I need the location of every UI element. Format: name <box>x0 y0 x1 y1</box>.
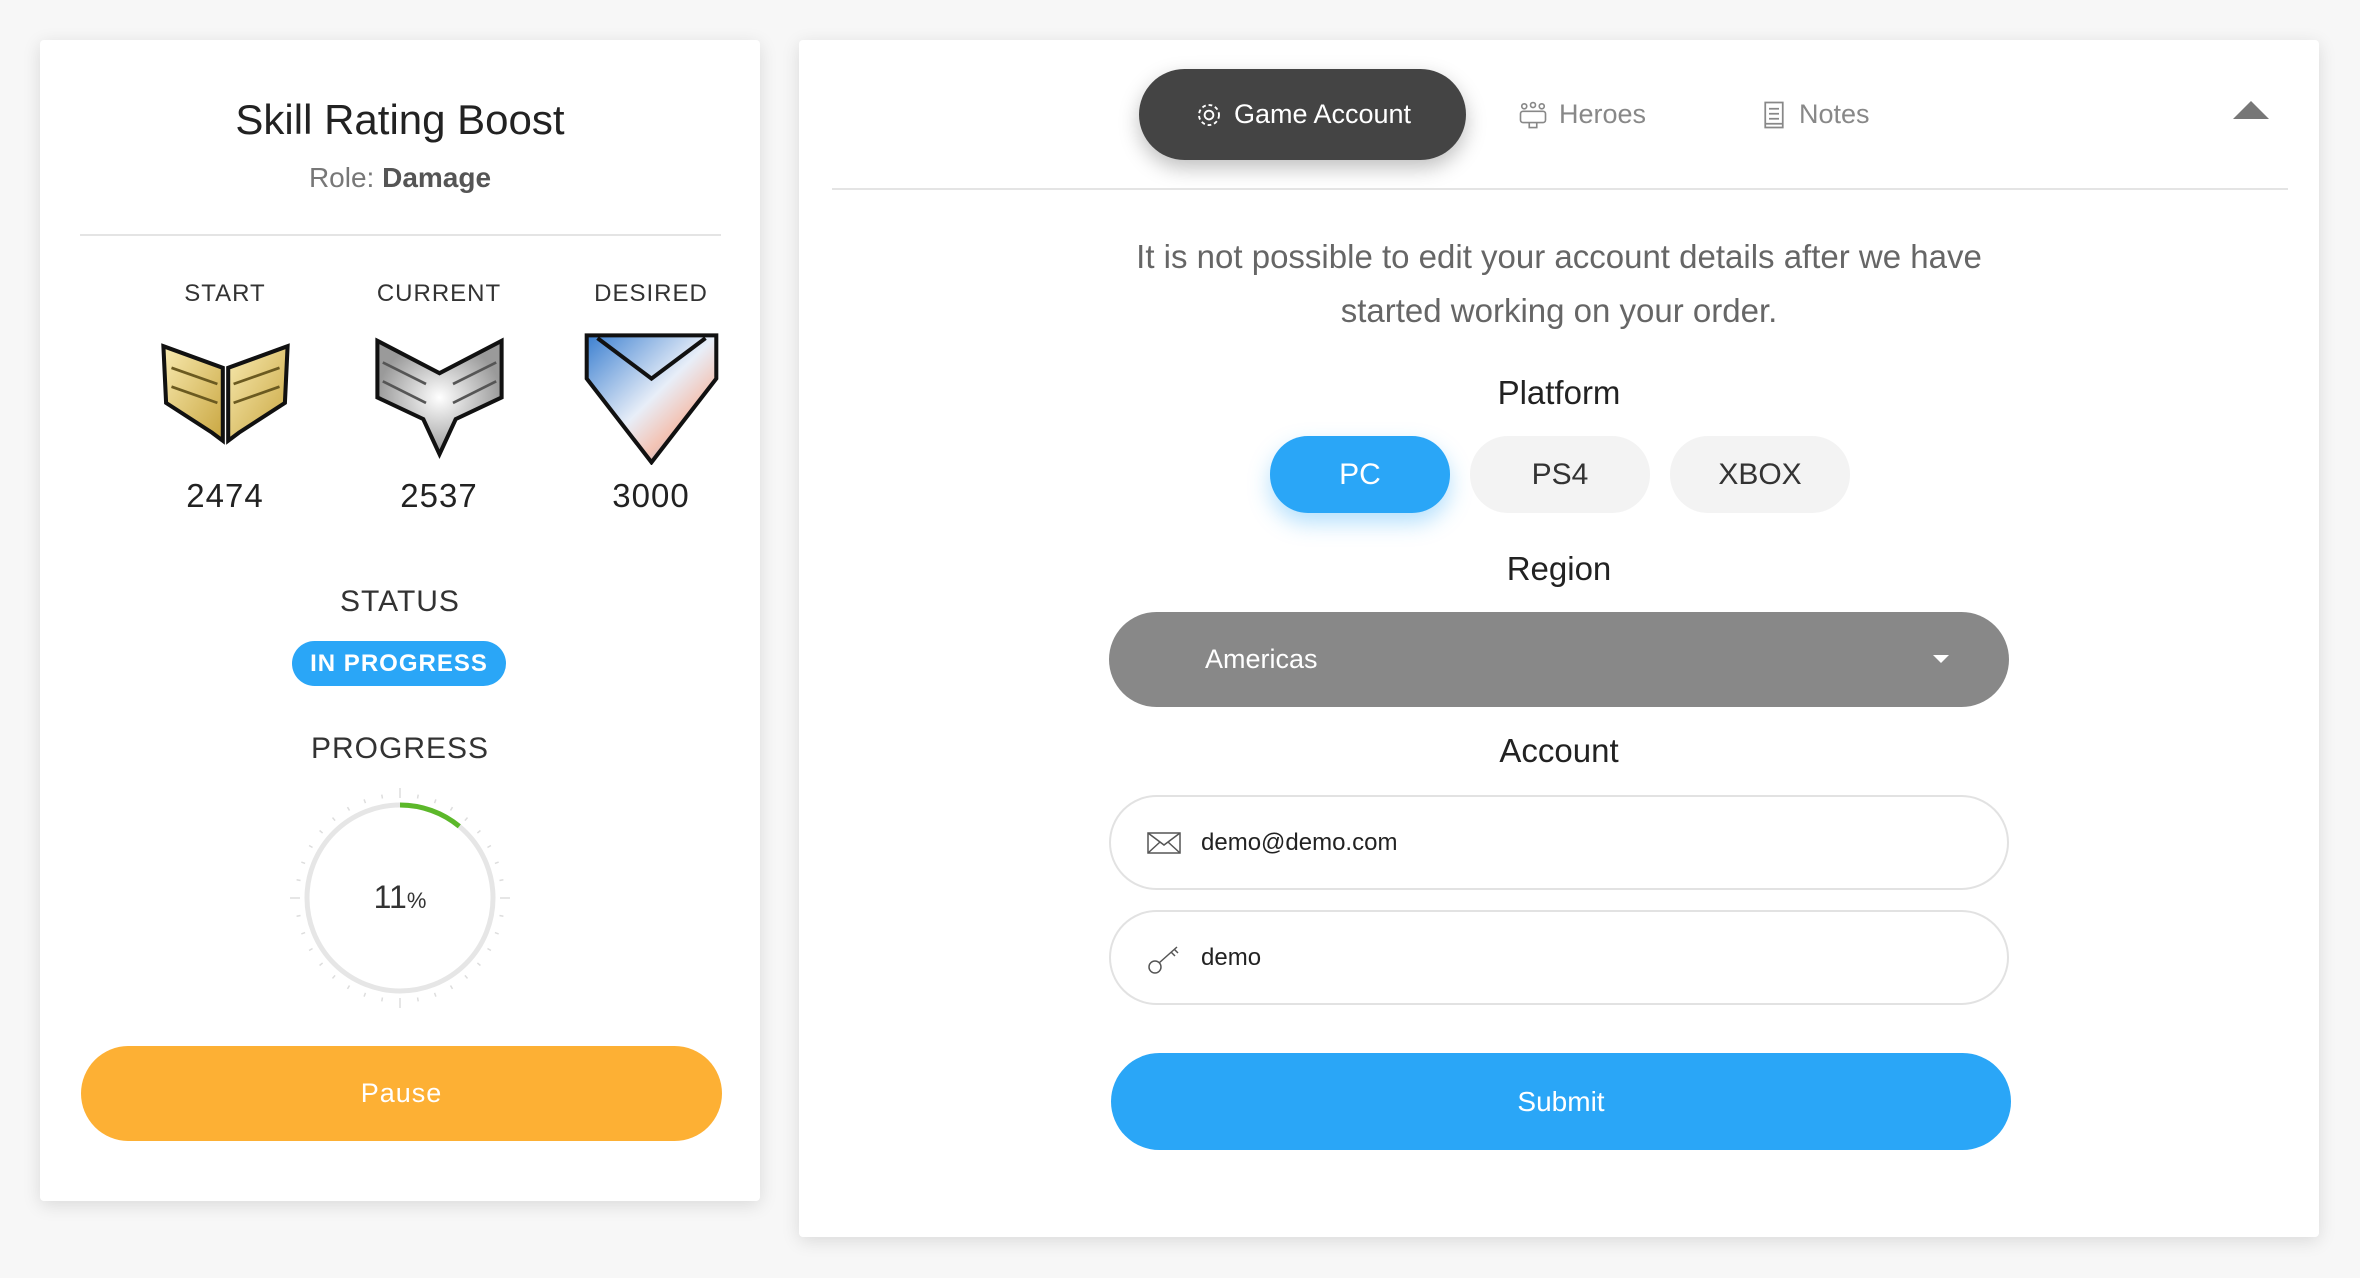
rating-label: DESIRED <box>594 280 708 307</box>
region-select[interactable]: Americas <box>1109 612 2009 707</box>
region-value: Americas <box>1205 644 1318 674</box>
key-icon <box>1148 945 1179 974</box>
gauge-tick <box>464 974 469 979</box>
rating-current: CURRENT 2537 <box>339 280 539 515</box>
gauge-tick <box>346 985 351 990</box>
tab-label: Game Account <box>1233 99 1412 129</box>
role-label: Role: <box>308 162 375 193</box>
gauge-tick <box>363 992 367 997</box>
rating-label: START <box>184 280 266 307</box>
gauge-tick <box>476 829 481 834</box>
gauge-tick <box>449 985 454 990</box>
rating-value: 3000 <box>612 477 690 514</box>
role-line: Role: Damage <box>40 162 760 194</box>
tab-label: Heroes <box>1559 99 1647 129</box>
divider <box>832 188 2288 190</box>
gauge-tick <box>487 844 492 849</box>
people-icon <box>1519 101 1547 128</box>
divider <box>80 234 721 236</box>
password-field[interactable] <box>1109 910 2009 1005</box>
gear-icon <box>1198 103 1220 126</box>
submit-button[interactable]: Submit <box>1111 1053 2011 1150</box>
gold-rank-icon <box>160 343 290 445</box>
gauge-tick <box>487 947 492 952</box>
rating-value: 2474 <box>186 477 264 514</box>
order-title: Skill Rating Boost <box>235 96 565 143</box>
rating-value: 2537 <box>400 477 478 514</box>
gauge-tick <box>464 817 469 822</box>
gauge-tick <box>449 806 454 811</box>
account-panel: Game Account Heroes Notes It is not poss… <box>799 40 2319 1237</box>
gauge-tick <box>381 794 384 799</box>
status-badge: IN PROGRESS <box>292 641 506 686</box>
tab-label: Notes <box>1799 99 1870 129</box>
platform-xbox-button[interactable]: XBOX <box>1670 436 1850 513</box>
gauge-tick <box>308 947 313 952</box>
status-label: STATUS <box>340 585 460 618</box>
gauge-tick <box>433 992 437 997</box>
progress-number: 11 <box>373 879 407 915</box>
tab-heroes[interactable]: Heroes <box>1517 69 1646 160</box>
tab-game-account[interactable]: Game Account <box>1139 69 1466 160</box>
gauge-tick <box>494 861 499 865</box>
order-summary-card: Skill Rating Boost Role: Damage START 24… <box>40 40 760 1201</box>
envelope-icon <box>1147 831 1181 854</box>
chevron-down-icon <box>1933 655 1949 663</box>
gauge-tick <box>301 861 306 865</box>
gauge-tick <box>363 799 367 804</box>
info-text: It is not possible to edit your account … <box>1136 238 1982 329</box>
gauge-tick <box>346 806 351 811</box>
gauge-tick <box>308 844 313 849</box>
tab-notes[interactable]: Notes <box>1759 69 1870 160</box>
diamond-rank-icon <box>584 333 718 465</box>
rating-start: START 2474 <box>125 280 325 515</box>
region-label: Region <box>1506 550 1612 587</box>
platform-pc-button[interactable]: PC <box>1270 436 1450 513</box>
gauge-tick <box>319 829 324 834</box>
gauge-tick <box>476 962 481 967</box>
account-label: Account <box>1499 732 1619 769</box>
progress-arc <box>399 802 461 829</box>
role-value: Damage <box>382 162 492 193</box>
gauge-tick <box>381 997 384 1002</box>
password-input[interactable] <box>1201 943 1901 972</box>
gauge-tick <box>319 962 324 967</box>
progress-unit: % <box>406 888 427 913</box>
gauge-tick <box>494 931 499 935</box>
platform-label: Platform <box>1497 374 1621 411</box>
collapse-arrow-icon[interactable] <box>2233 101 2269 119</box>
email-field[interactable] <box>1109 795 2009 890</box>
gauge-tick <box>331 817 336 822</box>
progress-gauge: 11% <box>289 787 511 1009</box>
platinum-rank-icon <box>374 337 504 460</box>
document-icon <box>1764 101 1784 128</box>
gauge-tick <box>416 997 419 1002</box>
gauge-tick <box>433 799 437 804</box>
info-message: It is not possible to edit your account … <box>799 230 2319 338</box>
gauge-tick <box>301 931 306 935</box>
pause-button[interactable]: Pause <box>81 1046 722 1141</box>
rating-label: CURRENT <box>376 280 502 307</box>
platform-ps4-button[interactable]: PS4 <box>1470 436 1650 513</box>
email-input[interactable] <box>1201 828 1901 857</box>
progress-label: PROGRESS <box>310 732 490 765</box>
progress-value: 11% <box>289 879 511 916</box>
gauge-tick <box>416 794 419 799</box>
gauge-tick <box>331 974 336 979</box>
rating-desired: DESIRED 3000 <box>551 280 751 515</box>
